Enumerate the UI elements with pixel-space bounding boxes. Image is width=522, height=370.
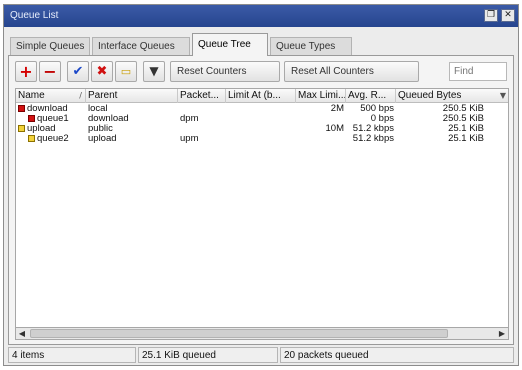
column-header-name[interactable]: Name / <box>16 89 86 103</box>
tab-queue-types[interactable]: Queue Types <box>270 37 352 55</box>
reset-all-counters-button[interactable]: Reset All Counters <box>284 61 419 82</box>
enable-button[interactable]: ✔ <box>67 61 89 82</box>
restore-icon[interactable]: ❐ <box>484 9 498 22</box>
parent-cell: download <box>88 114 129 124</box>
table-row[interactable]: queue2 upload upm 51.2 kbps 25.1 KiB <box>16 134 508 144</box>
parent-cell: public <box>88 124 113 134</box>
queue-icon <box>28 114 35 122</box>
horizontal-scrollbar[interactable]: ◀ ▶ <box>15 328 509 340</box>
reset-counters-button[interactable]: Reset Counters <box>170 61 280 82</box>
parent-cell: upload <box>88 134 117 144</box>
arrow-left-icon[interactable]: ◀ <box>16 328 28 339</box>
avg-rate-cell: 51.2 kbps <box>352 134 394 144</box>
scrollbar-thumb[interactable] <box>30 329 448 338</box>
parent-cell: local <box>88 104 108 114</box>
avg-rate-cell: 0 bps <box>370 114 394 124</box>
sort-icon: / <box>79 91 82 100</box>
max-limit-cell: 2M <box>330 104 344 114</box>
column-header-parent[interactable]: Parent <box>86 89 178 103</box>
status-item-count: 4 items <box>8 347 136 363</box>
arrow-right-icon[interactable]: ▶ <box>496 328 508 339</box>
add-button[interactable]: + <box>15 61 37 82</box>
queued-bytes-cell: 25.1 KiB <box>448 124 484 134</box>
close-icon[interactable]: ✕ <box>501 9 515 22</box>
queued-bytes-cell: 250.5 KiB <box>442 104 484 114</box>
comment-icon: ▭ <box>120 65 132 78</box>
status-bar: 4 items 25.1 KiB queued 20 packets queue… <box>8 347 514 363</box>
queued-bytes-cell: 25.1 KiB <box>448 134 484 144</box>
status-queued-bytes: 25.1 KiB queued <box>138 347 278 363</box>
queue-icon <box>18 104 25 112</box>
packet-mark-cell: dpm <box>180 114 199 124</box>
max-limit-cell: 10M <box>325 124 344 134</box>
toolbar: + − ✔ ✖ ▭ ▼ Reset Counters Reset All Cou… <box>15 59 507 85</box>
check-icon: ✔ <box>72 64 84 79</box>
column-menu-icon[interactable]: ▼ <box>500 89 506 102</box>
queue-name: queue2 <box>37 134 69 144</box>
title-bar[interactable]: Queue List ❐ ✕ <box>4 5 518 27</box>
filter-button[interactable]: ▼ <box>143 61 165 82</box>
tab-queue-tree[interactable]: Queue Tree <box>192 33 268 56</box>
queue-tree-panel: + − ✔ ✖ ▭ ▼ Reset Counters Reset All Cou… <box>8 55 514 345</box>
avg-rate-cell: 51.2 kbps <box>352 124 394 134</box>
queue-name: download <box>27 104 68 114</box>
table-row[interactable]: upload public 10M 51.2 kbps 25.1 KiB <box>16 124 508 134</box>
table-row[interactable]: queue1 download dpm 0 bps 250.5 KiB <box>16 114 508 124</box>
column-header-limit-at[interactable]: Limit At (b... <box>226 89 296 103</box>
window-title: Queue List <box>10 10 59 21</box>
cross-icon: ✖ <box>96 64 108 79</box>
queue-name: queue1 <box>37 114 69 124</box>
table-header: Name / Parent Packet... Limit At (b... Ma… <box>16 89 508 103</box>
column-header-avg-rate[interactable]: Avg. R... <box>346 89 396 103</box>
filter-icon: ▼ <box>149 64 159 78</box>
column-header-queued-bytes[interactable]: Queued Bytes ▼ <box>396 89 508 103</box>
queue-icon <box>28 134 35 142</box>
queue-tree-table: Name / Parent Packet... Limit At (b... Ma… <box>15 88 509 328</box>
plus-icon: + <box>19 62 33 81</box>
queued-bytes-cell: 250.5 KiB <box>442 114 484 124</box>
disable-button[interactable]: ✖ <box>91 61 113 82</box>
tab-simple-queues[interactable]: Simple Queues <box>10 37 90 55</box>
queue-name: upload <box>27 124 56 134</box>
queue-list-window: Queue List ❐ ✕ Simple Queues Interface Q… <box>3 4 519 366</box>
column-header-packet-marks[interactable]: Packet... <box>178 89 226 103</box>
queue-icon <box>18 124 25 132</box>
status-queued-packets: 20 packets queued <box>280 347 514 363</box>
comment-button[interactable]: ▭ <box>115 61 137 82</box>
table-row[interactable]: download local 2M 500 bps 250.5 KiB <box>16 104 508 114</box>
packet-mark-cell: upm <box>180 134 199 144</box>
tab-bar: Simple Queues Interface Queues Queue Tre… <box>10 33 512 56</box>
tab-interface-queues[interactable]: Interface Queues <box>92 37 190 55</box>
column-header-max-limit[interactable]: Max Limi... <box>296 89 346 103</box>
minus-icon: − <box>43 62 57 81</box>
find-input[interactable] <box>449 62 507 81</box>
avg-rate-cell: 500 bps <box>360 104 394 114</box>
remove-button[interactable]: − <box>39 61 61 82</box>
